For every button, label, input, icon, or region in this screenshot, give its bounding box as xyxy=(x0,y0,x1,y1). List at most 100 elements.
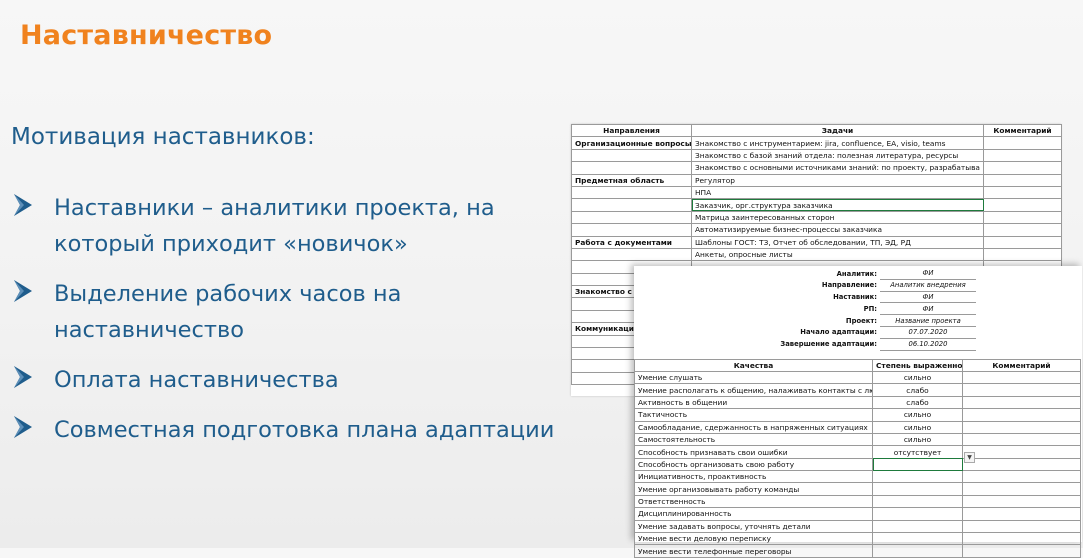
direction-cell[interactable] xyxy=(571,210,692,225)
comment-cell[interactable] xyxy=(962,395,1081,410)
arrow-bullet-icon xyxy=(12,414,36,442)
degree-cell[interactable]: сильно xyxy=(872,420,963,434)
degree-cell[interactable] xyxy=(872,519,963,534)
quality-cell[interactable]: Самообладание, сдержанность в напряженны… xyxy=(634,420,873,434)
info-value[interactable]: Название проекта xyxy=(880,314,976,327)
quality-cell[interactable]: Умение слушать xyxy=(634,370,873,385)
degree-cell[interactable] xyxy=(872,457,963,472)
info-value[interactable]: Аналитик внедрения xyxy=(880,279,976,292)
bullet-text-line2: наставничество xyxy=(54,317,244,343)
degree-cell[interactable]: слабо xyxy=(872,383,963,397)
comment-cell[interactable] xyxy=(983,173,1062,187)
quality-cell[interactable]: Способность организовать свою работу xyxy=(634,457,873,472)
direction-cell[interactable] xyxy=(571,185,692,200)
column-header: Направления xyxy=(571,123,692,138)
comment-cell[interactable] xyxy=(962,482,1081,496)
degree-cell[interactable] xyxy=(872,532,963,546)
comment-cell[interactable] xyxy=(962,507,1081,521)
comment-cell[interactable] xyxy=(983,136,1062,150)
task-cell[interactable]: Регулятор xyxy=(691,173,984,187)
bullet-list: Наставники – аналитики проекта, на котор… xyxy=(12,190,612,462)
comment-cell[interactable] xyxy=(962,457,1081,472)
quality-cell[interactable]: Умение вести деловую переписку xyxy=(634,532,873,546)
bullet-text-line2: который приходит «новичок» xyxy=(54,231,408,257)
direction-cell[interactable]: Предметная область xyxy=(571,173,692,187)
comment-cell[interactable] xyxy=(962,408,1081,422)
degree-cell[interactable] xyxy=(872,544,963,558)
task-cell[interactable]: Знакомство с основными источниками знани… xyxy=(691,161,984,175)
direction-cell[interactable] xyxy=(571,148,692,163)
comment-cell[interactable] xyxy=(962,432,1081,447)
column-header: Комментарий xyxy=(962,358,1081,372)
table-row: Работа с документами Шаблоны ГОСТ: ТЗ, От… xyxy=(571,235,1062,249)
direction-cell[interactable]: Организационные вопросы xyxy=(571,136,692,150)
info-row: Направление: Аналитик внедрения xyxy=(634,279,1082,292)
task-cell[interactable]: Автоматизируемые бизнес-процессы заказчи… xyxy=(691,223,984,237)
task-cell[interactable]: Анкеты, опросные листы xyxy=(691,247,984,262)
comment-cell[interactable] xyxy=(962,445,1081,459)
direction-cell[interactable] xyxy=(571,247,692,262)
table-row: НПА xyxy=(571,185,1062,200)
quality-cell[interactable]: Умение организовывать работу команды xyxy=(634,482,873,496)
quality-cell[interactable]: Ответственность xyxy=(634,494,873,509)
comment-cell[interactable] xyxy=(983,185,1062,200)
comment-cell[interactable] xyxy=(962,494,1081,509)
table-row: Активность в общении слабо xyxy=(634,395,1081,410)
task-cell[interactable]: Знакомство с базой знаний отдела: полезн… xyxy=(691,148,984,163)
comment-cell[interactable] xyxy=(983,148,1062,163)
degree-cell[interactable] xyxy=(872,470,963,484)
degree-cell[interactable]: сильно xyxy=(872,432,963,447)
info-row: Начало адаптации: 07.07.2020 xyxy=(634,326,1082,339)
degree-cell[interactable] xyxy=(872,494,963,509)
info-value[interactable]: ФИ xyxy=(880,291,976,304)
degree-cell[interactable] xyxy=(872,507,963,521)
task-cell[interactable]: НПА xyxy=(691,185,984,200)
degree-cell[interactable]: сильно xyxy=(872,408,963,422)
degree-cell[interactable]: слабо xyxy=(872,395,963,410)
task-cell[interactable]: Матрица заинтересованных сторон xyxy=(691,210,984,225)
quality-cell[interactable]: Самостоятельность xyxy=(634,432,873,447)
comment-cell[interactable] xyxy=(962,519,1081,534)
table-row: Матрица заинтересованных сторон xyxy=(571,210,1062,225)
adaptation-info-table: Аналитик: ФИ Направление: Аналитик внедрени… xyxy=(634,268,1082,351)
comment-cell[interactable] xyxy=(983,198,1062,212)
comment-cell[interactable] xyxy=(983,161,1062,175)
info-value[interactable]: 06.10.2020 xyxy=(880,338,976,351)
task-cell[interactable]: Шаблоны ГОСТ: ТЗ, Отчет об обследовании,… xyxy=(691,235,984,249)
comment-cell[interactable] xyxy=(962,532,1081,546)
quality-cell[interactable]: Дисциплинированность xyxy=(634,507,873,521)
comment-cell[interactable] xyxy=(983,247,1062,262)
comment-cell[interactable] xyxy=(962,420,1081,434)
degree-cell[interactable]: сильно xyxy=(872,370,963,385)
quality-cell[interactable]: Инициативность, проактивность xyxy=(634,470,873,484)
arrow-bullet-icon xyxy=(12,192,36,220)
quality-cell[interactable]: Способность признавать свои ошибки xyxy=(634,445,873,459)
quality-cell[interactable]: Умение задавать вопросы, уточнять детали xyxy=(634,519,873,534)
bullet-item: Наставники – аналитики проекта, на котор… xyxy=(12,190,612,262)
task-cell[interactable]: Заказчик, орг.структура заказчика xyxy=(691,198,984,212)
direction-cell[interactable] xyxy=(571,223,692,237)
quality-cell[interactable]: Активность в общении xyxy=(634,395,873,410)
comment-cell[interactable] xyxy=(962,383,1081,397)
direction-cell[interactable] xyxy=(571,198,692,212)
direction-cell[interactable] xyxy=(571,161,692,175)
comment-cell[interactable] xyxy=(983,235,1062,249)
degree-cell[interactable] xyxy=(872,482,963,496)
info-value[interactable]: 07.07.2020 xyxy=(880,326,976,339)
task-cell[interactable]: Знакомство с инструментарием: jira, conf… xyxy=(691,136,984,150)
info-row: Наставник: ФИ xyxy=(634,291,1082,304)
comment-cell[interactable] xyxy=(983,223,1062,237)
info-value[interactable]: ФИ xyxy=(880,302,976,316)
bullet-text-line1: Оплата наставничества xyxy=(54,367,339,393)
quality-cell[interactable]: Умение располагать к общению, налаживать… xyxy=(634,383,873,397)
comment-cell[interactable] xyxy=(962,470,1081,484)
direction-cell[interactable]: Работа с документами xyxy=(571,235,692,249)
comment-cell[interactable] xyxy=(983,210,1062,225)
comment-cell[interactable] xyxy=(962,370,1081,385)
comment-cell[interactable] xyxy=(962,544,1081,558)
degree-cell[interactable]: отсутствует xyxy=(872,445,963,459)
dropdown-arrow-icon[interactable]: ▼ xyxy=(964,452,975,463)
quality-cell[interactable]: Тактичность xyxy=(634,408,873,422)
info-value[interactable]: ФИ xyxy=(880,268,976,280)
quality-cell[interactable]: Умение вести телефонные переговоры xyxy=(634,544,873,558)
